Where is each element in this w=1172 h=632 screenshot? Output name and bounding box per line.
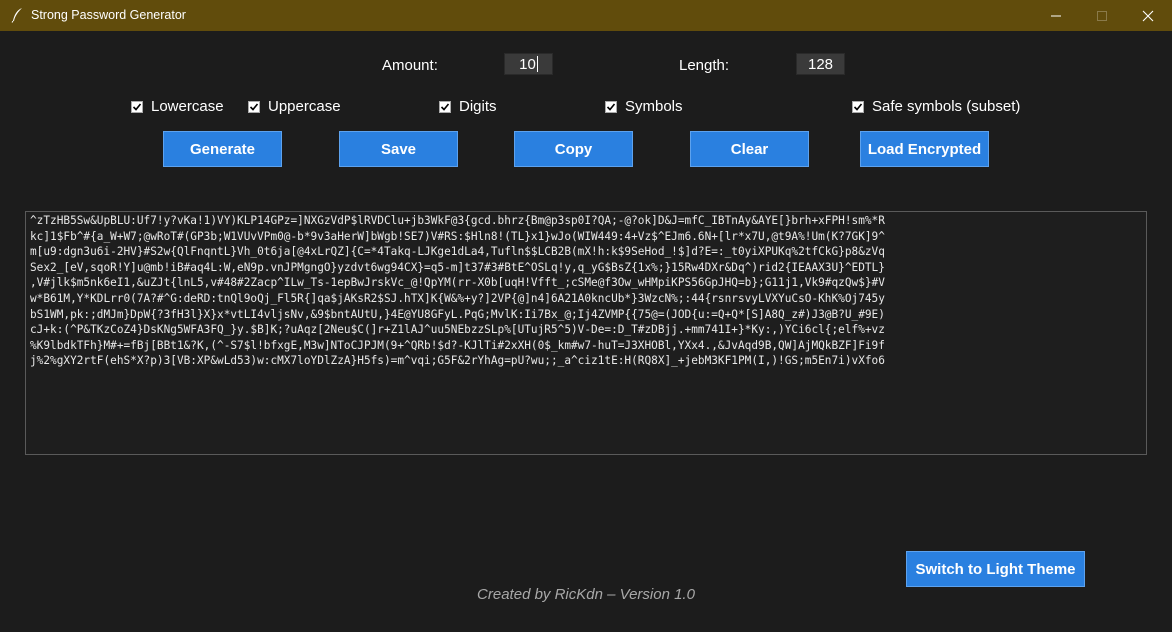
minimize-icon [1051,15,1061,16]
safe-symbols-checkbox[interactable]: Safe symbols (subset) [852,98,1020,115]
close-icon [1142,10,1154,21]
window-title: Strong Password Generator [31,8,186,22]
length-input[interactable]: 128 [796,53,845,75]
close-button[interactable] [1125,0,1171,31]
uppercase-label: Uppercase [268,98,341,115]
password-line: bS1WM,pk:;dMJm}DpW{?3fH3l}X}x*vtLI4vljsN… [30,307,885,321]
load-encrypted-button[interactable]: Load Encrypted [860,131,989,167]
save-button[interactable]: Save [339,131,458,167]
feather-pen-icon [10,7,24,23]
copy-button[interactable]: Copy [514,131,633,167]
password-line: m[u9:dgn3u6i-2HV}#S2w{QlFnqntL}Vh_0t6ja[… [30,245,885,259]
checkbox-checked-icon [852,100,864,113]
maximize-icon [1097,10,1107,21]
clear-button[interactable]: Clear [690,131,809,167]
password-line: j%2%gXY2rtF(ehS*X?p)3[VB:XP&wLd53)w:cMX7… [30,354,885,368]
digits-label: Digits [459,98,497,115]
password-line: cJ+k:(^P&TKzCoZ4}DsKNg5WFA3FQ_}y.$B]K;?u… [30,323,885,337]
password-line: ^zTzHB5Sw&UpBLU:Uf7!y?vKa!1)VY)KLP14GPz=… [30,214,885,227]
checkbox-checked-icon [131,100,143,113]
checkbox-checked-icon [439,100,451,113]
password-line: Sex2_[eV,sqoR!Y]u@mb!iB#aq4L:W,eN9p.vnJP… [30,260,885,274]
password-output-textarea[interactable]: ^zTzHB5Sw&UpBLU:Uf7!y?vKa!1)VY)KLP14GPz=… [25,211,1147,455]
length-label: Length: [679,57,730,74]
password-line: kc]1$Fb^#{a_W+W7;@wRoT#(GP3b;W1VUvVPm0@-… [30,229,885,243]
switch-theme-button[interactable]: Switch to Light Theme [906,551,1085,587]
amount-label: Amount: [382,57,438,74]
lowercase-checkbox[interactable]: Lowercase [131,98,224,115]
password-line: %K9lbdkTFh}M#+=fBj[BBt1&?K,(^-S7$l!bfxgE… [30,338,885,352]
digits-checkbox[interactable]: Digits [439,98,497,115]
password-line: ,V#jlk$m5nk6eI1,&uZJt{lnL5,v#48#2Zacp^IL… [30,276,885,290]
text-caret [536,56,538,72]
amount-value: 10 [519,55,536,73]
lowercase-label: Lowercase [151,98,224,115]
length-value: 128 [807,55,834,73]
uppercase-checkbox[interactable]: Uppercase [248,98,341,115]
amount-input[interactable]: 10 [504,53,553,75]
generate-button[interactable]: Generate [163,131,282,167]
symbols-label: Symbols [625,98,683,115]
minimize-button[interactable] [1033,0,1079,31]
footer-credit: Created by RicKdn – Version 1.0 [477,586,695,603]
checkbox-checked-icon [248,100,260,113]
checkbox-checked-icon [605,100,617,113]
maximize-button[interactable] [1079,0,1125,31]
symbols-checkbox[interactable]: Symbols [605,98,683,115]
title-bar[interactable]: Strong Password Generator [0,0,1172,31]
password-line: w*B61M,Y*KDLrr0(7A?#^G:deRD:tnQl9oQj_Fl5… [30,291,885,305]
safe-symbols-label: Safe symbols (subset) [872,98,1021,115]
